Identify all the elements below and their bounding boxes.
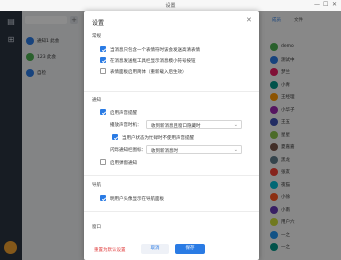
option-label: 在消息发送框工具栏显示消息模小符号按钮: [110, 58, 196, 64]
flash-icon-label: 闪烁通知栏图标：: [110, 148, 146, 153]
divider: [84, 211, 259, 212]
checkbox[interactable]: [112, 134, 118, 140]
window-title: 设置: [165, 3, 176, 9]
maximize-button[interactable]: ☐: [323, 2, 328, 8]
chevron-down-icon: ⌄: [233, 122, 238, 128]
section-window: 窗口: [92, 225, 101, 230]
option-label: 明用户头像显示在导航面板: [110, 196, 164, 202]
section-general: 常规: [92, 34, 101, 39]
select-value: 收到新消息且窗口隐藏时: [151, 124, 201, 129]
section-navigation: 导航: [92, 183, 101, 188]
option-label: 启用声音提醒: [110, 110, 137, 116]
reset-defaults-button[interactable]: 重置为默认设置: [94, 247, 126, 253]
checkbox[interactable]: [100, 57, 106, 63]
divider: [84, 91, 259, 92]
checkbox[interactable]: [100, 46, 106, 52]
option-label: 当用户状态为忙碌时不使用声音提醒: [122, 135, 194, 141]
option-label: 当消息只包含一个表情符时该会发送高清表情: [110, 47, 200, 53]
flash-icon-select[interactable]: 收到新消息时 ⌄: [146, 145, 242, 154]
window-title-bar: 设置 — ☐ ✕: [0, 0, 341, 11]
cancel-button[interactable]: 取消: [141, 244, 169, 254]
chevron-down-icon: ⌄: [233, 147, 238, 153]
dialog-footer: 重置为默认设置 取消 保存: [84, 243, 259, 260]
close-window-button[interactable]: ✕: [332, 2, 337, 8]
dialog-title: 设置: [92, 20, 105, 27]
sound-timing-select[interactable]: 收到新消息且窗口隐藏时 ⌄: [146, 120, 242, 129]
close-icon[interactable]: ✕: [246, 16, 252, 24]
checkbox[interactable]: [100, 68, 106, 74]
sound-timing-label: 播放声音时机：: [110, 123, 142, 128]
section-notifications: 通知: [92, 98, 101, 103]
checkbox[interactable]: [100, 109, 106, 115]
select-value: 收到新消息时: [151, 149, 178, 154]
checkbox[interactable]: [100, 195, 106, 201]
option-label: 表情面板启用简体（重新载入后生效）: [110, 69, 187, 75]
divider: [84, 175, 259, 176]
checkbox[interactable]: [100, 159, 106, 165]
settings-dialog: 设置 ✕ 常规 当消息只包含一个表情符时该会发送高清表情 在消息发送框工具栏显示…: [84, 11, 259, 260]
option-label: 启用弹窗通知: [110, 160, 137, 166]
save-button[interactable]: 保存: [175, 244, 205, 254]
minimize-button[interactable]: —: [314, 2, 320, 8]
